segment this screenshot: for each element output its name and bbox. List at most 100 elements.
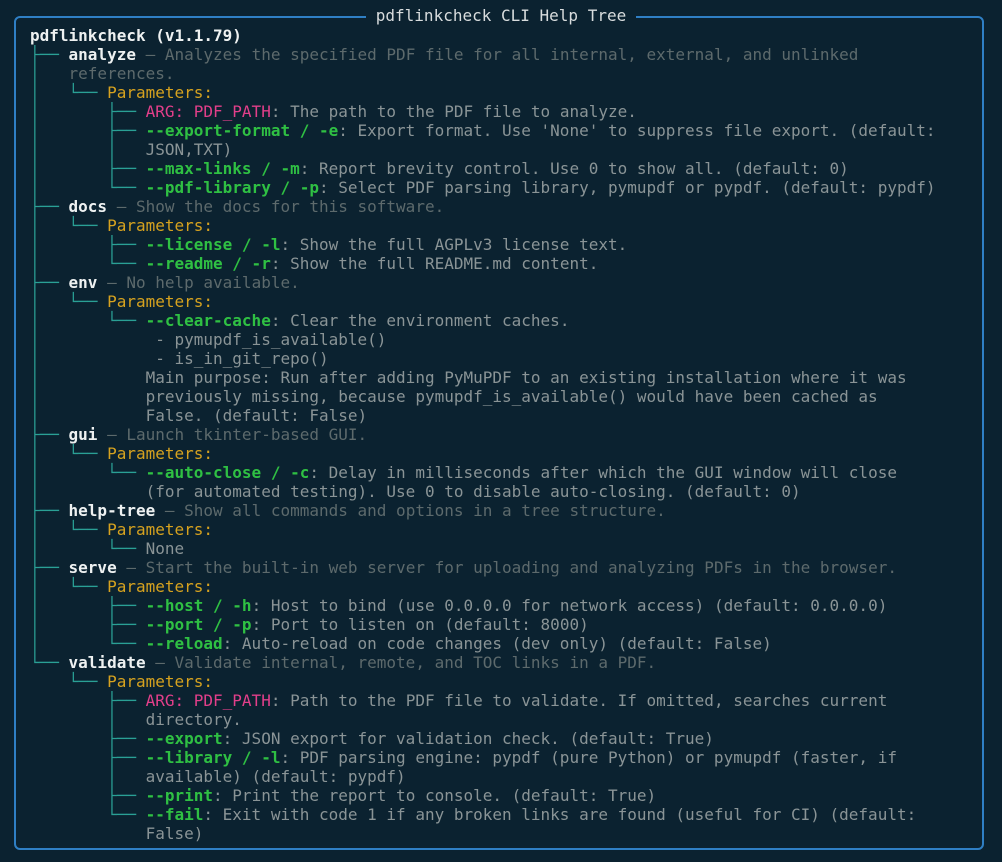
option-description: : Export format. Use 'None' to suppress … <box>338 121 936 140</box>
tree-line: │ └── --auto-close / -c: Delay in millis… <box>30 463 980 482</box>
tree-guide: ├── <box>30 558 69 577</box>
option-description: False. (default: False) <box>145 406 368 425</box>
option-name: --max-links / -m <box>145 159 300 178</box>
tree-guide: │ └── <box>30 178 146 197</box>
command-description: – Show the docs for this software. <box>107 197 445 216</box>
option-name: --clear-cache <box>145 311 271 330</box>
tree-guide: ├── <box>30 691 146 710</box>
tree-line: │ └── Parameters: <box>30 292 980 311</box>
tree-guide: │ └── <box>30 539 146 558</box>
option-name: --fail <box>145 805 204 824</box>
tree-guide: │ └── <box>30 83 108 102</box>
option-description: : Print the report to console. (default:… <box>213 786 657 805</box>
tree-line: │ └── None <box>30 539 980 558</box>
tree-guide: │ <box>30 64 69 83</box>
tree-line: │ available) (default: pypdf) <box>30 767 980 786</box>
tree-line: │ └── Parameters: <box>30 83 980 102</box>
option-name: --host / -h <box>145 596 252 615</box>
tree-guide: └── <box>30 672 108 691</box>
tree-guide: │ <box>30 406 146 425</box>
command-description: – No help available. <box>97 273 300 292</box>
command-description: references. <box>68 64 175 83</box>
tree-guide: ├── <box>30 425 69 444</box>
parameters-label: Parameters: <box>107 83 214 102</box>
tree-line: │ └── --readme / -r: Show the full READM… <box>30 254 980 273</box>
tree-line: │ └── --reload: Auto-reload on code chan… <box>30 634 980 653</box>
tree-line: ├── gui – Launch tkinter-based GUI. <box>30 425 980 444</box>
tree-line: │ - is_in_git_repo() <box>30 349 980 368</box>
argument-name: ARG: PDF_PATH <box>145 102 271 121</box>
tree-guide: ├── <box>30 45 69 64</box>
command-name: validate <box>68 653 146 672</box>
tree-line: │ └── Parameters: <box>30 520 980 539</box>
command-name: env <box>68 273 98 292</box>
tree-line: │ └── --pdf-library / -p: Select PDF par… <box>30 178 980 197</box>
option-description: Main purpose: Run after adding PyMuPDF t… <box>145 368 907 387</box>
command-description: – Validate internal, remote, and TOC lin… <box>145 653 657 672</box>
tree-guide: ├── <box>30 273 69 292</box>
tree-line: │ references. <box>30 64 980 83</box>
tree-line: ├── serve – Start the built-in web serve… <box>30 558 980 577</box>
command-description: – Analyzes the specified PDF file for al… <box>135 45 859 64</box>
command-name: serve <box>68 558 117 577</box>
tree-line: │ └── Parameters: <box>30 577 980 596</box>
tree-guide: │ │ <box>30 140 146 159</box>
tree-guide: ├── <box>30 501 69 520</box>
option-description: : Select PDF parsing library, pymupdf or… <box>318 178 936 197</box>
option-description: : Auto-reload on code changes (dev only)… <box>222 634 772 653</box>
tree-guide: │ <box>30 330 146 349</box>
tree-line: │ ├── --port / -p: Port to listen on (de… <box>30 615 980 634</box>
tree-guide: │ <box>30 368 146 387</box>
tree-line: ├── --print: Print the report to console… <box>30 786 980 805</box>
tree-guide: ├── <box>30 748 146 767</box>
option-name: --readme / -r <box>145 254 271 273</box>
tree-guide: │ <box>30 387 146 406</box>
tree-line: │ ├── --license / -l: Show the full AGPL… <box>30 235 980 254</box>
tree-line: │ └── --clear-cache: Clear the environme… <box>30 311 980 330</box>
tree-guide: │ └── <box>30 577 108 596</box>
panel-title-text: pdflinkcheck CLI Help Tree <box>365 6 637 25</box>
tree-line: ├── help-tree – Show all commands and op… <box>30 501 980 520</box>
tree-guide: │ └── <box>30 254 146 273</box>
option-name: --export <box>145 729 223 748</box>
tree-line: └── validate – Validate internal, remote… <box>30 653 980 672</box>
tree-line: ├── analyze – Analyzes the specified PDF… <box>30 45 980 64</box>
tree-guide: │ ├── <box>30 615 146 634</box>
command-tree: pdflinkcheck (v1.1.79) ├── analyze – Anal… <box>30 26 980 843</box>
tree-line: └── Parameters: <box>30 672 980 691</box>
option-description: - pymupdf_is_available() <box>145 330 387 349</box>
option-description: : Port to listen on (default: 8000) <box>251 615 589 634</box>
tree-line: │ ├── --export-format / -e: Export forma… <box>30 121 980 140</box>
option-description: : The path to the PDF file to analyze. <box>270 102 637 121</box>
command-description: – Start the built-in web server for uplo… <box>116 558 897 577</box>
tree-line: │ directory. <box>30 710 980 729</box>
command-name: help-tree <box>68 501 156 520</box>
option-description: False) <box>145 824 204 843</box>
option-description: : Host to bind (use 0.0.0.0 for network … <box>251 596 888 615</box>
tree-line: ├── ARG: PDF_PATH: Path to the PDF file … <box>30 691 980 710</box>
tree-line: False) <box>30 824 980 843</box>
tree-guide: │ ├── <box>30 121 146 140</box>
parameters-label: Parameters: <box>107 216 214 235</box>
tree-line: │ False. (default: False) <box>30 406 980 425</box>
option-description: : Show the full AGPLv3 license text. <box>280 235 628 254</box>
option-description: directory. <box>145 710 242 729</box>
tree-line: │ └── Parameters: <box>30 444 980 463</box>
tree-guide: │ └── <box>30 292 108 311</box>
tree-line: │ ├── --host / -h: Host to bind (use 0.0… <box>30 596 980 615</box>
tree-guide: │ ├── <box>30 159 146 178</box>
parameters-label: Parameters: <box>107 672 214 691</box>
tree-line: pdflinkcheck (v1.1.79) <box>30 26 980 45</box>
option-description: None <box>145 539 185 558</box>
tree-guide: │ └── <box>30 311 146 330</box>
tree-line: │ └── Parameters: <box>30 216 980 235</box>
command-name: analyze <box>68 45 136 64</box>
option-description: : Clear the environment caches. <box>270 311 570 330</box>
option-description: : Delay in milliseconds after which the … <box>309 463 897 482</box>
parameters-label: Parameters: <box>107 520 214 539</box>
option-name: --reload <box>145 634 223 653</box>
option-name: --auto-close / -c <box>145 463 310 482</box>
command-name: docs <box>68 197 108 216</box>
command-name: gui <box>68 425 98 444</box>
tree-line: │ Main purpose: Run after adding PyMuPDF… <box>30 368 980 387</box>
